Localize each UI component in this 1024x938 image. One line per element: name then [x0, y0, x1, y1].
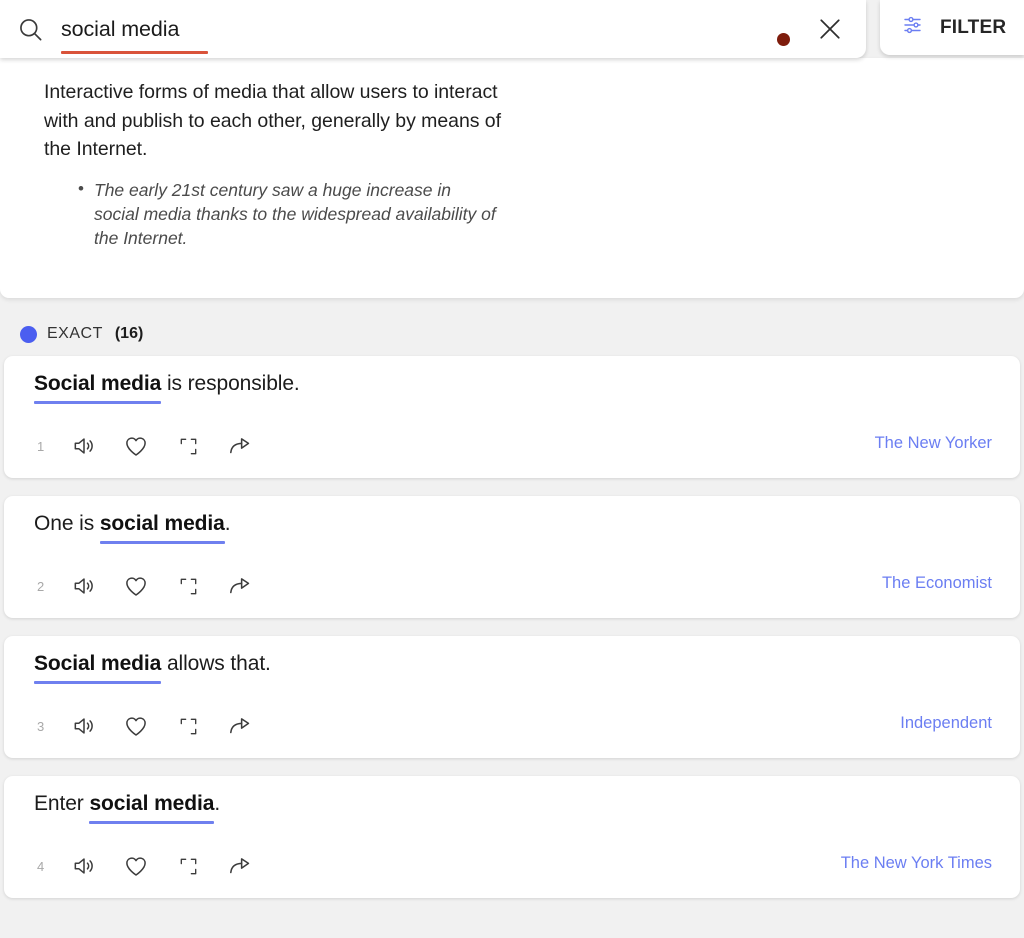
sentence-highlight: Social media: [34, 372, 161, 395]
heart-icon[interactable]: [110, 568, 162, 604]
expand-icon[interactable]: [162, 568, 214, 604]
heart-icon[interactable]: [110, 708, 162, 744]
sentence-suffix: .: [225, 512, 231, 535]
search-input[interactable]: [61, 13, 866, 45]
result-card[interactable]: Social media is responsible. 1 The New Yor…: [4, 356, 1020, 478]
result-sentence: One is social media.: [34, 512, 230, 536]
result-index: 4: [32, 859, 58, 874]
definition-text: Interactive forms of media that allow us…: [44, 78, 514, 164]
speaker-icon[interactable]: [58, 428, 110, 464]
result-card[interactable]: Enter social media. 4 The New York Times: [4, 776, 1020, 898]
expand-icon[interactable]: [162, 848, 214, 884]
section-dot-icon: [20, 326, 37, 343]
record-dot: [777, 33, 790, 46]
share-icon[interactable]: [214, 848, 266, 884]
search-input-underline: [61, 51, 208, 54]
result-card[interactable]: Social media allows that. 3 Independent: [4, 636, 1020, 758]
card-action-row: 1: [32, 428, 266, 464]
sentence-suffix: is responsible.: [161, 372, 299, 395]
result-sentence: Social media allows that.: [34, 652, 271, 676]
heart-icon[interactable]: [110, 848, 162, 884]
sentence-prefix: One is: [34, 512, 100, 535]
search-field: [61, 7, 866, 51]
definition-example-item: The early 21st century saw a huge increa…: [78, 178, 498, 250]
highlight-underline: [100, 541, 225, 544]
exact-section-header: EXACT (16): [0, 312, 1024, 356]
section-count: (16): [115, 325, 143, 343]
share-icon[interactable]: [214, 708, 266, 744]
card-action-row: 3: [32, 708, 266, 744]
result-sentence: Enter social media.: [34, 792, 220, 816]
definition-examples: The early 21st century saw a huge increa…: [78, 178, 498, 250]
sentence-highlight: social media: [100, 512, 225, 535]
search-icon[interactable]: [8, 7, 52, 51]
result-index: 2: [32, 579, 58, 594]
results-region: EXACT (16) Social media is responsible. 1…: [0, 298, 1024, 898]
share-icon[interactable]: [214, 428, 266, 464]
highlight-underline: [34, 401, 161, 404]
speaker-icon[interactable]: [58, 708, 110, 744]
search-panel: [0, 0, 866, 58]
sentence-suffix: .: [214, 792, 220, 815]
sentence-prefix: Enter: [34, 792, 89, 815]
result-index: 1: [32, 439, 58, 454]
sentence-suffix: allows that.: [161, 652, 271, 675]
speaker-icon[interactable]: [58, 568, 110, 604]
expand-icon[interactable]: [162, 428, 214, 464]
result-source-link[interactable]: The New York Times: [841, 854, 992, 873]
share-icon[interactable]: [214, 568, 266, 604]
card-action-row: 4: [32, 848, 266, 884]
result-source-link[interactable]: The Economist: [882, 574, 992, 593]
result-sentence: Social media is responsible.: [34, 372, 300, 396]
definition-panel: Interactive forms of media that allow us…: [0, 58, 1024, 298]
highlight-underline: [89, 821, 214, 824]
sentence-highlight: social media: [89, 792, 214, 815]
result-card[interactable]: One is social media. 2 The Economist: [4, 496, 1020, 618]
expand-icon[interactable]: [162, 708, 214, 744]
result-index: 3: [32, 719, 58, 734]
top-search-bar: FILTER: [0, 0, 1024, 58]
heart-icon[interactable]: [110, 428, 162, 464]
filter-label: FILTER: [940, 17, 1006, 39]
section-title: EXACT: [47, 325, 103, 343]
card-action-row: 2: [32, 568, 266, 604]
sliders-icon: [902, 13, 926, 42]
speaker-icon[interactable]: [58, 848, 110, 884]
result-source-link[interactable]: Independent: [900, 714, 992, 733]
result-card-list: Social media is responsible. 1 The New Yor…: [0, 356, 1024, 898]
highlight-underline: [34, 681, 161, 684]
clear-search-button[interactable]: [806, 5, 854, 53]
result-source-link[interactable]: The New Yorker: [875, 434, 992, 453]
filter-button[interactable]: FILTER: [880, 0, 1024, 55]
sentence-highlight: Social media: [34, 652, 161, 675]
